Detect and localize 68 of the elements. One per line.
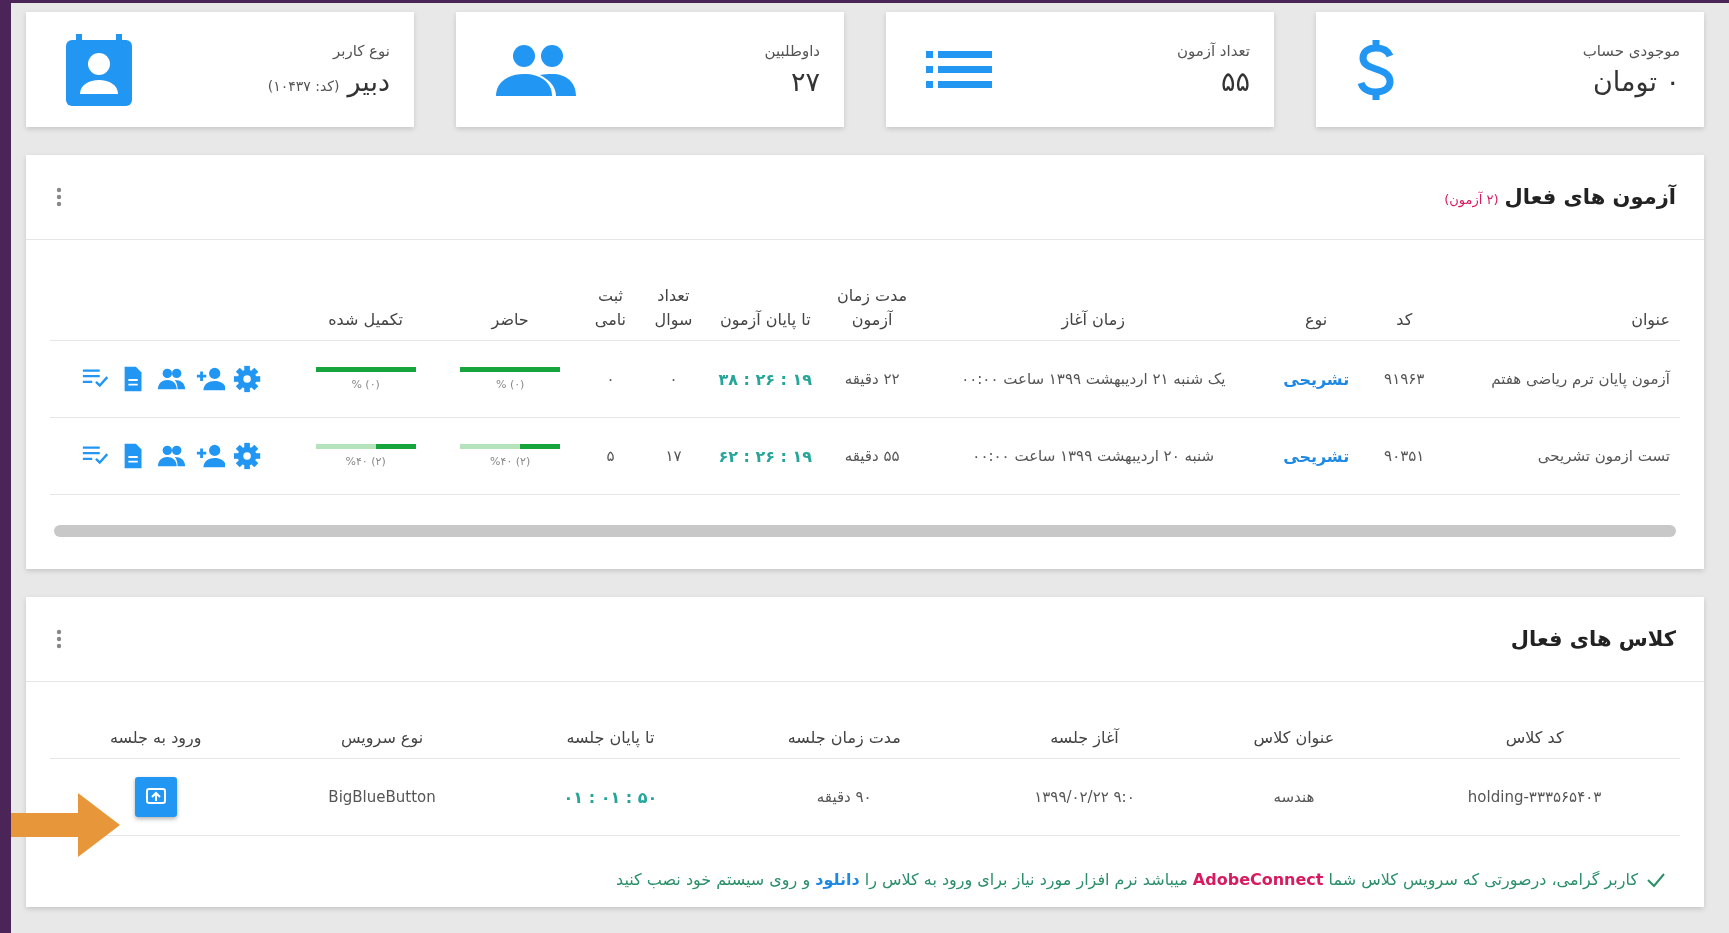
panel-title: کلاس های فعال — [1510, 627, 1676, 651]
column-header: تعداد سوال — [638, 262, 709, 341]
progress-label: %۴۰ (۲) — [489, 455, 532, 468]
column-header: کد — [1367, 262, 1441, 341]
table-cell: ۰ — [638, 340, 709, 418]
screen-upload-icon — [145, 788, 166, 806]
table-cell: شنبه ۲۰ اردیبهشت ۱۳۹۹ ساعت ۰۰:۰۰ — [922, 417, 1265, 495]
dollar-icon — [1356, 37, 1396, 102]
enter-session-button[interactable] — [134, 777, 177, 817]
column-header: آغاز جلسه — [970, 704, 1199, 759]
people-icon — [496, 43, 576, 96]
stat-label: موجودی حساب — [1582, 42, 1680, 60]
stat-value: ۰ تومان — [1592, 66, 1680, 97]
table-cell: ۰۱ : ۰۱ : ۵۰ — [502, 758, 719, 836]
table-cell: ۱۷ — [638, 417, 709, 495]
column-header: حاضر — [437, 262, 583, 341]
gear-icon[interactable] — [232, 364, 263, 394]
table-cell: هندسه — [1198, 758, 1390, 836]
check-icon — [1646, 871, 1666, 888]
stat-value: ۵۵ — [1221, 66, 1250, 97]
table-cell: ۹۰ دقیقه — [718, 758, 971, 836]
stat-value: ۲۷ — [791, 66, 820, 97]
table-cell: BigBlueButton — [261, 758, 503, 836]
horizontal-scrollbar[interactable] — [54, 525, 1676, 537]
download-link[interactable]: دانلود — [815, 870, 860, 889]
column-header: کد کلاس — [1389, 704, 1680, 759]
column-header: ثبت نامی — [582, 262, 639, 341]
table-cell: ۵۵ دقیقه — [822, 417, 923, 495]
user-code: (کد: ۱۰۴۳۷) — [267, 78, 340, 94]
column-header: نوع سرویس — [261, 704, 503, 759]
panel-title: آزمون های فعال — [1504, 185, 1676, 209]
more-menu-icon[interactable] — [56, 187, 62, 207]
more-menu-icon[interactable] — [56, 629, 62, 649]
list-icon — [926, 50, 992, 89]
gear-icon[interactable] — [232, 441, 263, 471]
progress-label: % (۰) — [350, 378, 381, 391]
table-cell: آزمون پایان ترم ریاضی هفتم — [1440, 340, 1680, 418]
column-header: مدت زمان آزمون — [822, 262, 923, 341]
table-cell: ۳۸ : ۲۶ : ۱۹ — [708, 340, 823, 418]
column-header: ورود به جلسه — [50, 704, 262, 759]
column-header: تا پایان جلسه — [502, 704, 719, 759]
table-cell: ۹۰۳۵۱ — [1367, 417, 1441, 495]
column-header: نوع — [1264, 262, 1368, 341]
stat-label: داوطلبین — [764, 42, 820, 60]
table-cell: تشریحی — [1264, 417, 1368, 495]
stat-value: دبیر — [347, 66, 390, 97]
column-header: عنوان کلاس — [1198, 704, 1390, 759]
stat-label: تعداد آزمون — [1176, 42, 1250, 60]
table-cell: تست ازمون تشریحی — [1440, 417, 1680, 495]
table-cell: تشریحی — [1264, 340, 1368, 418]
column-header: زمان آغاز — [922, 262, 1265, 341]
column-header: عنوان — [1440, 262, 1680, 341]
stat-label: نوع کاربر — [331, 42, 390, 60]
table-cell: holding-۳۳۳۵۶۵۴۰۳ — [1389, 758, 1680, 836]
column-header: تکمیل شده — [293, 262, 438, 341]
progress-label: %۴۰ (۲) — [344, 455, 387, 468]
column-header: مدت زمان جلسه — [718, 704, 971, 759]
exam-count: (۲ آزمون) — [1444, 192, 1499, 207]
table-cell: ۰ — [582, 340, 639, 418]
progress-label: % (۰) — [494, 378, 526, 391]
table-cell: ۵ — [582, 417, 639, 495]
table-cell: ۶۲ : ۲۶ : ۱۹ — [708, 417, 823, 495]
contact-card-icon — [66, 33, 132, 106]
table-cell: ۱۳۹۹/۰۲/۲۲ ۹:۰ — [970, 758, 1199, 836]
table-cell: ۲۲ دقیقه — [822, 340, 923, 418]
column-header: تا پایان آزمون — [708, 262, 823, 341]
table-cell: یک شنبه ۲۱ اردیبهشت ۱۳۹۹ ساعت ۰۰:۰۰ — [922, 340, 1265, 418]
table-cell: ۹۱۹۶۳ — [1367, 340, 1441, 418]
